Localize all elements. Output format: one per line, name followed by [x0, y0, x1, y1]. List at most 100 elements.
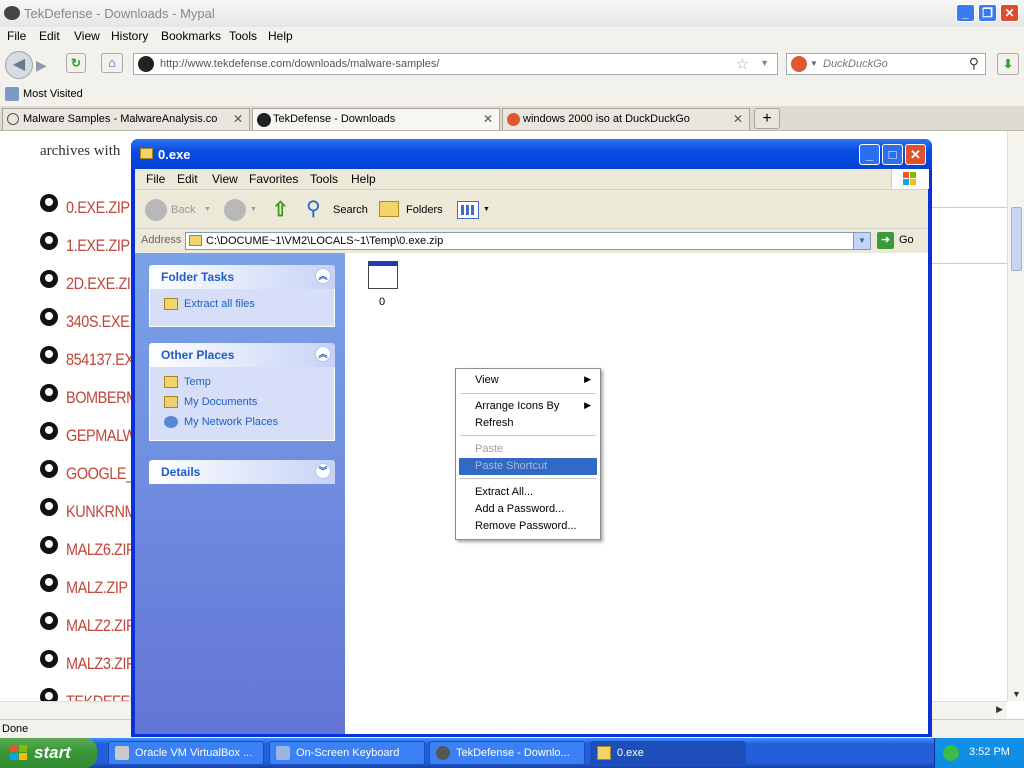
- context-menu-paste[interactable]: Paste: [459, 441, 597, 458]
- dropdown-arrow-icon[interactable]: ▼: [760, 58, 769, 68]
- menu-edit[interactable]: Edit: [39, 29, 60, 43]
- download-link[interactable]: BOMBERM: [66, 388, 138, 408]
- expand-chevron-icon[interactable]: ︾: [315, 463, 331, 479]
- scroll-right-icon[interactable]: ▶: [996, 704, 1003, 715]
- close-tab-icon[interactable]: ✕: [233, 112, 243, 126]
- download-link[interactable]: 1.EXE.ZIP: [66, 236, 130, 256]
- views-icon[interactable]: [457, 201, 479, 219]
- collapse-chevron-icon[interactable]: ︽: [315, 346, 331, 362]
- explorer-maximize-button[interactable]: □: [882, 144, 903, 165]
- context-menu-paste-shortcut[interactable]: Paste Shortcut: [459, 458, 597, 475]
- close-button[interactable]: ✕: [1000, 4, 1019, 22]
- page-vertical-scrollbar[interactable]: ▼: [1007, 131, 1024, 701]
- menu-tools[interactable]: Tools: [229, 29, 257, 43]
- go-button[interactable]: Go: [899, 234, 914, 246]
- reload-icon[interactable]: ↻: [66, 53, 86, 73]
- context-menu-remove-password[interactable]: Remove Password...: [459, 518, 597, 535]
- address-input[interactable]: C:\DOCUME~1\VM2\LOCALS~1\Temp\0.exe.zip …: [185, 232, 871, 250]
- new-tab-button[interactable]: +: [754, 108, 780, 129]
- engine-dropdown-icon[interactable]: ▼: [810, 59, 818, 68]
- context-menu-add-password[interactable]: Add a Password...: [459, 501, 597, 518]
- context-menu-view[interactable]: View ▶: [459, 372, 597, 389]
- context-menu-refresh[interactable]: Refresh: [459, 415, 597, 432]
- menu-bookmarks[interactable]: Bookmarks: [161, 29, 221, 43]
- extract-all-files-link[interactable]: Extract all files: [184, 298, 255, 310]
- maximize-button[interactable]: ❐: [978, 4, 997, 22]
- explorer-close-button[interactable]: ✕: [905, 144, 926, 165]
- collapse-chevron-icon[interactable]: ︽: [315, 268, 331, 284]
- explorer-menu-help[interactable]: Help: [351, 172, 376, 186]
- application-file-icon[interactable]: [368, 261, 398, 289]
- taskbar-item-tekdefense[interactable]: TekDefense - Downlo...: [429, 741, 585, 765]
- explorer-menu-edit[interactable]: Edit: [177, 172, 198, 186]
- details-header[interactable]: Details ︾: [149, 460, 335, 484]
- other-places-header[interactable]: Other Places ︽: [149, 343, 335, 367]
- file-name-label[interactable]: 0: [379, 296, 385, 308]
- search-bar[interactable]: ▼ DuckDuckGo ⚲: [786, 53, 986, 75]
- place-temp-link[interactable]: Temp: [184, 376, 211, 388]
- search-icon[interactable]: ⚲: [969, 55, 979, 72]
- menu-view[interactable]: View: [74, 29, 100, 43]
- download-link[interactable]: 2D.EXE.ZIP: [66, 274, 140, 294]
- duckduckgo-icon[interactable]: [791, 56, 807, 72]
- windows-logo-icon: [891, 169, 929, 189]
- close-tab-icon[interactable]: ✕: [483, 112, 493, 126]
- url-bar[interactable]: http://www.tekdefense.com/downloads/malw…: [133, 53, 778, 75]
- minimize-button[interactable]: _: [956, 4, 975, 22]
- folders-label[interactable]: Folders: [406, 204, 443, 216]
- tab-tekdefense[interactable]: TekDefense - Downloads ✕: [252, 108, 500, 130]
- scroll-down-icon[interactable]: ▼: [1012, 689, 1021, 699]
- explorer-menu-view[interactable]: View: [212, 172, 238, 186]
- explorer-menu-file[interactable]: File: [146, 172, 165, 186]
- menu-file[interactable]: File: [7, 29, 26, 43]
- bookmark-star-icon[interactable]: ☆: [736, 55, 749, 73]
- taskbar-item-keyboard[interactable]: On-Screen Keyboard: [269, 741, 425, 765]
- start-button[interactable]: start: [0, 738, 97, 768]
- tab-duckduckgo[interactable]: windows 2000 iso at DuckDuckGo ✕: [502, 108, 750, 130]
- menu-help[interactable]: Help: [268, 29, 293, 43]
- tray-app-icon[interactable]: [943, 745, 959, 761]
- menu-history[interactable]: History: [111, 29, 148, 43]
- context-menu-extract-all[interactable]: Extract All...: [459, 484, 597, 501]
- bookmark-most-visited[interactable]: Most Visited: [23, 88, 83, 100]
- download-link[interactable]: 0.EXE.ZIP: [66, 198, 130, 218]
- explorer-menu-tools[interactable]: Tools: [310, 172, 338, 186]
- close-tab-icon[interactable]: ✕: [733, 112, 743, 126]
- back-dropdown-icon[interactable]: ▼: [204, 206, 211, 213]
- folders-icon[interactable]: [379, 201, 399, 217]
- go-arrow-icon[interactable]: ➜: [877, 232, 894, 249]
- taskbar-item-explorer[interactable]: 0.exe: [590, 741, 746, 765]
- download-link[interactable]: KUNKRNM: [66, 502, 137, 522]
- back-icon[interactable]: [145, 199, 167, 221]
- context-menu-arrange-icons-by[interactable]: Arrange Icons By ▶: [459, 398, 597, 415]
- place-my-network-places-link[interactable]: My Network Places: [184, 416, 278, 428]
- place-my-documents-link[interactable]: My Documents: [184, 396, 257, 408]
- up-folder-icon[interactable]: ⇧: [272, 197, 289, 222]
- clock[interactable]: 3:52 PM: [969, 746, 1010, 758]
- download-link[interactable]: GEPMALW: [66, 426, 136, 446]
- tab-malware-samples[interactable]: Malware Samples - MalwareAnalysis.co ✕: [2, 108, 250, 130]
- download-link[interactable]: 854137.EX: [66, 350, 134, 370]
- taskbar-item-virtualbox[interactable]: Oracle VM VirtualBox ...: [108, 741, 264, 765]
- forward-arrow-icon[interactable]: ▶: [36, 57, 47, 74]
- file-view[interactable]: 0: [345, 253, 928, 734]
- download-link[interactable]: MALZ2.ZIP: [66, 616, 136, 636]
- back-arrow-icon[interactable]: ◀: [5, 51, 33, 79]
- download-icon[interactable]: ⬇: [997, 53, 1019, 75]
- back-label[interactable]: Back: [171, 204, 195, 216]
- search-icon[interactable]: ⚲: [306, 196, 321, 221]
- scroll-thumb[interactable]: [1011, 207, 1022, 271]
- forward-icon[interactable]: [224, 199, 246, 221]
- download-link[interactable]: 340S.EXE.: [66, 312, 133, 332]
- explorer-minimize-button[interactable]: _: [859, 144, 880, 165]
- views-dropdown-icon[interactable]: ▼: [483, 206, 490, 213]
- folder-tasks-header[interactable]: Folder Tasks ︽: [149, 265, 335, 289]
- home-icon[interactable]: ⌂: [101, 53, 123, 73]
- address-dropdown-icon[interactable]: ▼: [853, 233, 870, 249]
- download-link[interactable]: MALZ6.ZIP: [66, 540, 136, 560]
- forward-dropdown-icon[interactable]: ▼: [250, 206, 257, 213]
- explorer-menu-favorites[interactable]: Favorites: [249, 172, 298, 186]
- download-link[interactable]: MALZ3.ZIP: [66, 654, 136, 674]
- download-link[interactable]: MALZ.ZIP: [66, 578, 128, 598]
- search-label[interactable]: Search: [333, 204, 368, 216]
